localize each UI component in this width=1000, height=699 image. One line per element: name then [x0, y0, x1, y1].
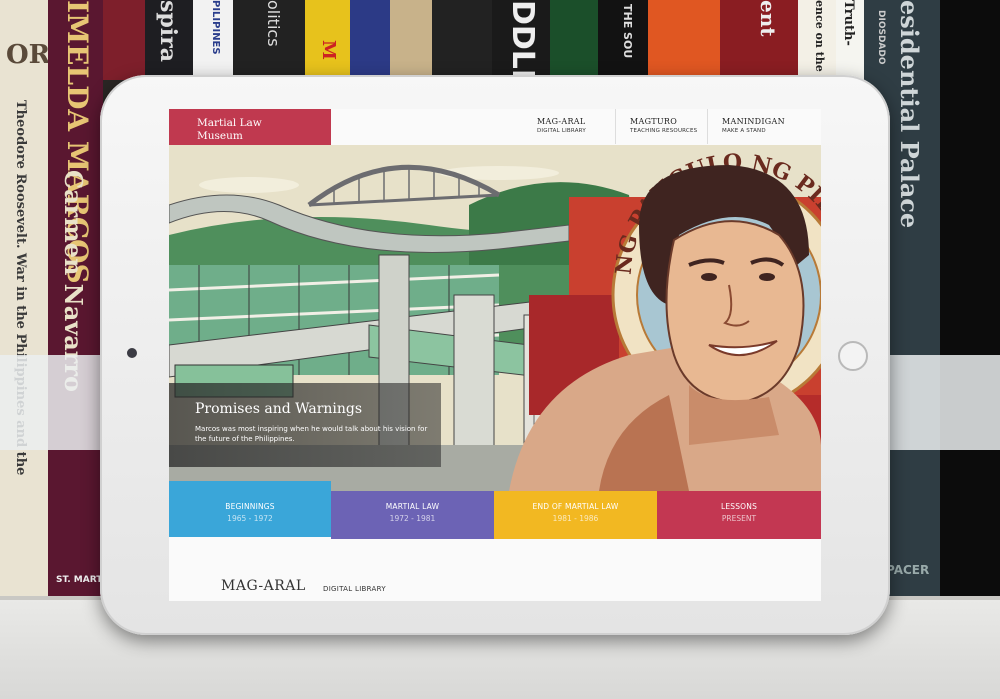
tablet-device: Martial Law Museum MAG-ARAL DIGITAL LIBR…: [100, 75, 890, 635]
era-label: MARTIAL LAW: [385, 502, 440, 511]
nav-item-magturo[interactable]: MAGTURO TEACHING RESOURCES: [615, 109, 707, 144]
book-spine: DDLES: [492, 0, 550, 80]
logo-line2: Museum: [197, 130, 243, 142]
era-years: PRESENT: [721, 514, 757, 523]
book-spine: [648, 0, 720, 80]
nav-subtitle: MAKE A STAND: [722, 128, 766, 134]
nav-subtitle: TEACHING RESOURCES: [630, 128, 698, 134]
book-spine: THE SOU: [598, 0, 648, 80]
logo-text: Martial Law Museum: [197, 117, 262, 143]
book-spine: ent: [720, 0, 798, 80]
book-spine: [103, 0, 145, 80]
book-title: PILIPINES: [210, 0, 221, 55]
era-years: 1981 - 1986: [552, 514, 599, 523]
nav-title: MAGTURO: [630, 117, 678, 126]
era-label: BEGINNINGS: [225, 502, 275, 511]
book-spine: [550, 0, 598, 80]
hero-caption: Promises and Warnings Marcos was most in…: [169, 383, 441, 467]
book-spine: [940, 0, 1000, 600]
home-button[interactable]: [838, 341, 868, 371]
book-spine: olitics: [233, 0, 305, 80]
book-spine: [432, 0, 492, 80]
nav-item-mag-aral[interactable]: MAG-ARAL DIGITAL LIBRARY: [523, 109, 615, 144]
book-title: DIOSDADO: [876, 10, 886, 65]
book-title: esidential Palace: [895, 0, 924, 229]
book-title: OR: [6, 40, 48, 70]
book-title: THE SOU: [621, 4, 634, 59]
section-title: MAG-ARAL: [221, 578, 306, 594]
era-label: LESSONS: [720, 502, 758, 511]
book-title: ent: [756, 0, 780, 37]
book-publisher: PACER: [886, 563, 930, 577]
book-spine: Truth-: [836, 0, 864, 80]
book-spine: spira: [145, 0, 193, 80]
book-title: ence on the L: [813, 0, 826, 80]
top-navigation: MAG-ARAL DIGITAL LIBRARY MAGTURO TEACHIN…: [523, 109, 799, 144]
book-spine: OR Theodore Roosevelt. War in the Philip…: [0, 0, 48, 600]
era-tile-martial-law[interactable]: MARTIAL LAW 1972 - 1981: [331, 491, 494, 539]
era-label: END OF MARTIAL LAW: [532, 502, 619, 511]
era-years: 1972 - 1981: [389, 514, 436, 523]
book-title: Truth-: [841, 0, 856, 46]
book-title: M: [318, 40, 339, 60]
era-tile-end-of-martial-law[interactable]: END OF MARTIAL LAW 1981 - 1986: [494, 491, 657, 539]
book-spine: ence on the L: [798, 0, 836, 80]
book-spine: IMELDA MARCOS Carmen Navarro ST. MARTIN'…: [48, 0, 103, 600]
book-title: olitics: [264, 0, 283, 47]
hero-caption-title: Promises and Warnings: [195, 401, 363, 417]
book-publisher: ST. MARTIN'S PRESS: [56, 575, 103, 585]
hero-caption-body: Marcos was most inspiring when he would …: [195, 425, 428, 443]
era-tile-lessons[interactable]: LESSONS PRESENT: [657, 491, 821, 539]
era-tile-beginnings[interactable]: BEGINNINGS 1965 - 1972: [169, 481, 331, 537]
section-subtitle: DIGITAL LIBRARY: [323, 585, 386, 593]
book-spine: M: [305, 0, 350, 80]
book-title: DDLES: [505, 0, 540, 80]
logo-line1: Martial Law: [197, 117, 262, 129]
camera-icon: [127, 348, 137, 358]
hero-banner[interactable]: NG PANGULO NG PILIPINAS Promises and War…: [169, 145, 821, 491]
nav-title: MANINDIGAN: [722, 117, 785, 126]
nav-title: MAG-ARAL: [537, 117, 586, 126]
tablet-screen: Martial Law Museum MAG-ARAL DIGITAL LIBR…: [169, 109, 821, 601]
book-spine: [390, 0, 432, 80]
book-spine: PILIPINES: [193, 0, 233, 80]
era-years: 1965 - 1972: [227, 514, 273, 523]
book-title: spira: [155, 0, 181, 62]
book-spine: [350, 0, 390, 80]
nav-subtitle: DIGITAL LIBRARY: [537, 128, 586, 134]
nav-item-manindigan[interactable]: MANINDIGAN MAKE A STAND: [707, 109, 799, 144]
